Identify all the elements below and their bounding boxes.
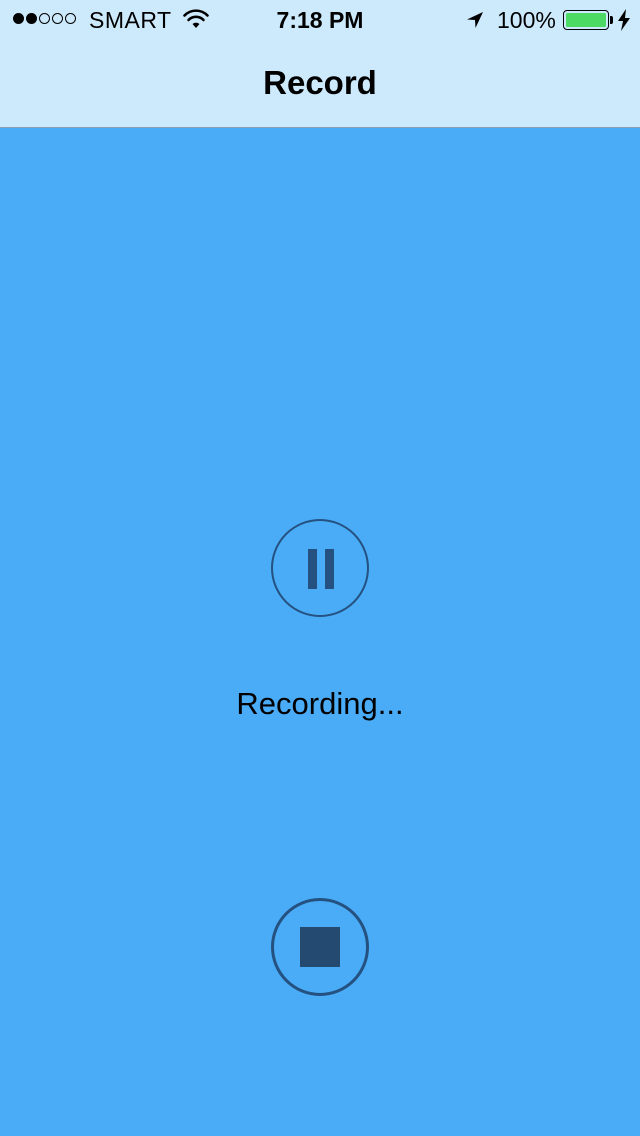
stop-icon (300, 927, 340, 967)
page-title: Record (263, 64, 377, 101)
battery-tip (610, 16, 613, 24)
pause-icon (325, 549, 334, 589)
battery-icon (563, 10, 609, 30)
pause-button[interactable] (271, 519, 369, 617)
navigation-bar: SMART 7:18 PM 100% Record (0, 0, 640, 128)
recording-status-text: Recording... (236, 686, 404, 721)
stop-button[interactable] (271, 898, 369, 996)
battery-percentage: 100% (497, 7, 556, 33)
battery-level-fill (566, 13, 606, 27)
status-bar: SMART 7:18 PM 100% (0, 0, 640, 40)
pause-icon (308, 549, 317, 589)
bolt-icon (618, 9, 630, 31)
location-arrow-icon (467, 12, 483, 28)
